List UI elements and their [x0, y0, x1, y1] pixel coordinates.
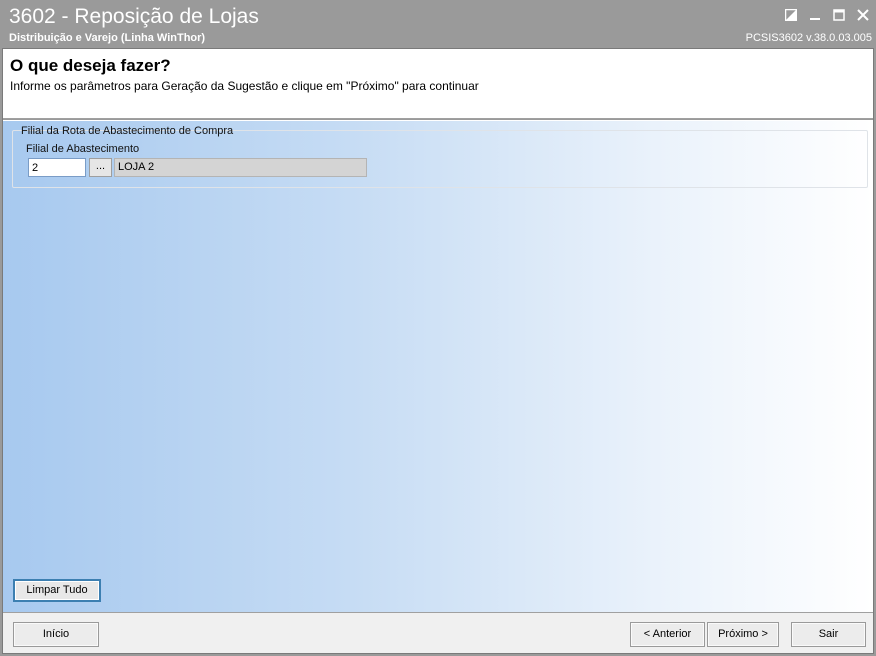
window-controls [782, 4, 872, 26]
close-icon[interactable] [854, 6, 872, 24]
page-description: Informe os parâmetros para Geração da Su… [10, 79, 479, 93]
filial-lookup-button[interactable]: ... [89, 158, 112, 177]
filial-group: Filial da Rota de Abastecimento de Compr… [12, 125, 868, 188]
app-window: 3602 - Reposição de Lojas Distribuição e… [0, 0, 876, 656]
version-label: PCSIS3602 v.38.0.03.005 [745, 32, 872, 44]
wizard-body: Filial da Rota de Abastecimento de Compr… [3, 120, 873, 612]
start-button[interactable]: Início [13, 622, 99, 647]
filial-label: Filial de Abastecimento [26, 143, 140, 155]
exit-button[interactable]: Sair [791, 622, 866, 647]
clear-all-button[interactable]: Limpar Tudo [13, 579, 101, 602]
title-bar[interactable]: 3602 - Reposição de Lojas Distribuição e… [0, 0, 876, 48]
filial-input[interactable] [28, 158, 86, 177]
wizard-footer: Início < Anterior Próximo > Sair [3, 612, 873, 653]
wizard-header: O que deseja fazer? Informe os parâmetro… [3, 49, 873, 119]
previous-button[interactable]: < Anterior [630, 622, 705, 647]
restore-icon[interactable] [782, 6, 800, 24]
group-legend: Filial da Rota de Abastecimento de Compr… [21, 125, 234, 137]
maximize-icon[interactable] [830, 6, 848, 24]
next-button[interactable]: Próximo > [707, 622, 779, 647]
filial-name-display: LOJA 2 [114, 158, 367, 177]
wizard-panel: O que deseja fazer? Informe os parâmetro… [2, 48, 874, 654]
window-subtitle: Distribuição e Varejo (Linha WinThor) [9, 32, 206, 44]
window-title: 3602 - Reposição de Lojas [9, 5, 259, 28]
page-title: O que deseja fazer? [10, 56, 171, 75]
minimize-icon[interactable] [806, 6, 824, 24]
